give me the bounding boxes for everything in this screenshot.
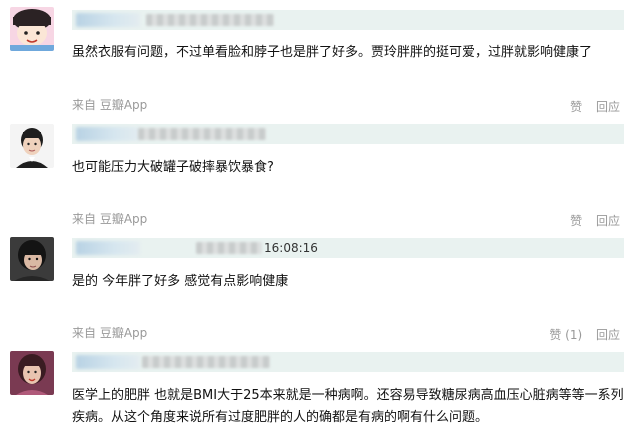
reply-button[interactable]: 回应: [596, 214, 620, 228]
woman-portrait-avatar-icon[interactable]: [10, 351, 54, 395]
comment-header: [72, 124, 624, 144]
like-button[interactable]: 赞: [570, 214, 582, 228]
timestamp-blurred: [146, 14, 274, 26]
username-blurred[interactable]: [76, 127, 140, 141]
comment-source: 来自 豆瓣App: [72, 326, 148, 340]
like-button[interactable]: 赞 (1): [549, 328, 582, 342]
reply-button[interactable]: 回应: [596, 100, 620, 114]
boy-portrait-avatar-icon[interactable]: [10, 124, 54, 168]
person-portrait-avatar-icon[interactable]: [10, 237, 54, 281]
comment-text: 医学上的肥胖 也就是BMI大于25本来就是一种病啊。还容易导致糖尿病高血压心脏病…: [72, 388, 624, 425]
timestamp-blurred: [138, 128, 266, 140]
timestamp-blurred: [142, 356, 270, 368]
comment-header: [72, 352, 624, 372]
username-blurred[interactable]: [76, 241, 140, 255]
comment-source: 来自 豆瓣App: [72, 98, 148, 112]
comment-source: 来自 豆瓣App: [72, 212, 148, 226]
comment-actions: 赞 回应: [560, 99, 620, 115]
comment-text: 也可能压力大破罐子破摔暴饮暴食?: [72, 160, 274, 175]
reply-button[interactable]: 回应: [596, 328, 620, 342]
comment-header: [72, 10, 624, 30]
comment-text: 是的 今年胖了好多 感觉有点影响健康: [72, 274, 289, 289]
comment-text: 虽然衣服有问题，不过单看脸和脖子也是胖了好多。贾玲胖胖的挺可爱，过胖就影响健康了: [72, 45, 593, 60]
comment-actions: 赞 (1) 回应: [539, 327, 620, 343]
like-button[interactable]: 赞: [570, 100, 582, 114]
cartoon-girl-avatar-icon[interactable]: [10, 7, 54, 51]
timestamp-blurred: [196, 242, 262, 254]
username-blurred[interactable]: [76, 13, 140, 27]
comment-header: 16:08:16: [72, 238, 624, 258]
comment-actions: 赞 回应: [560, 213, 620, 229]
username-blurred[interactable]: [76, 355, 140, 369]
timestamp-time: 16:08:16: [264, 241, 318, 255]
